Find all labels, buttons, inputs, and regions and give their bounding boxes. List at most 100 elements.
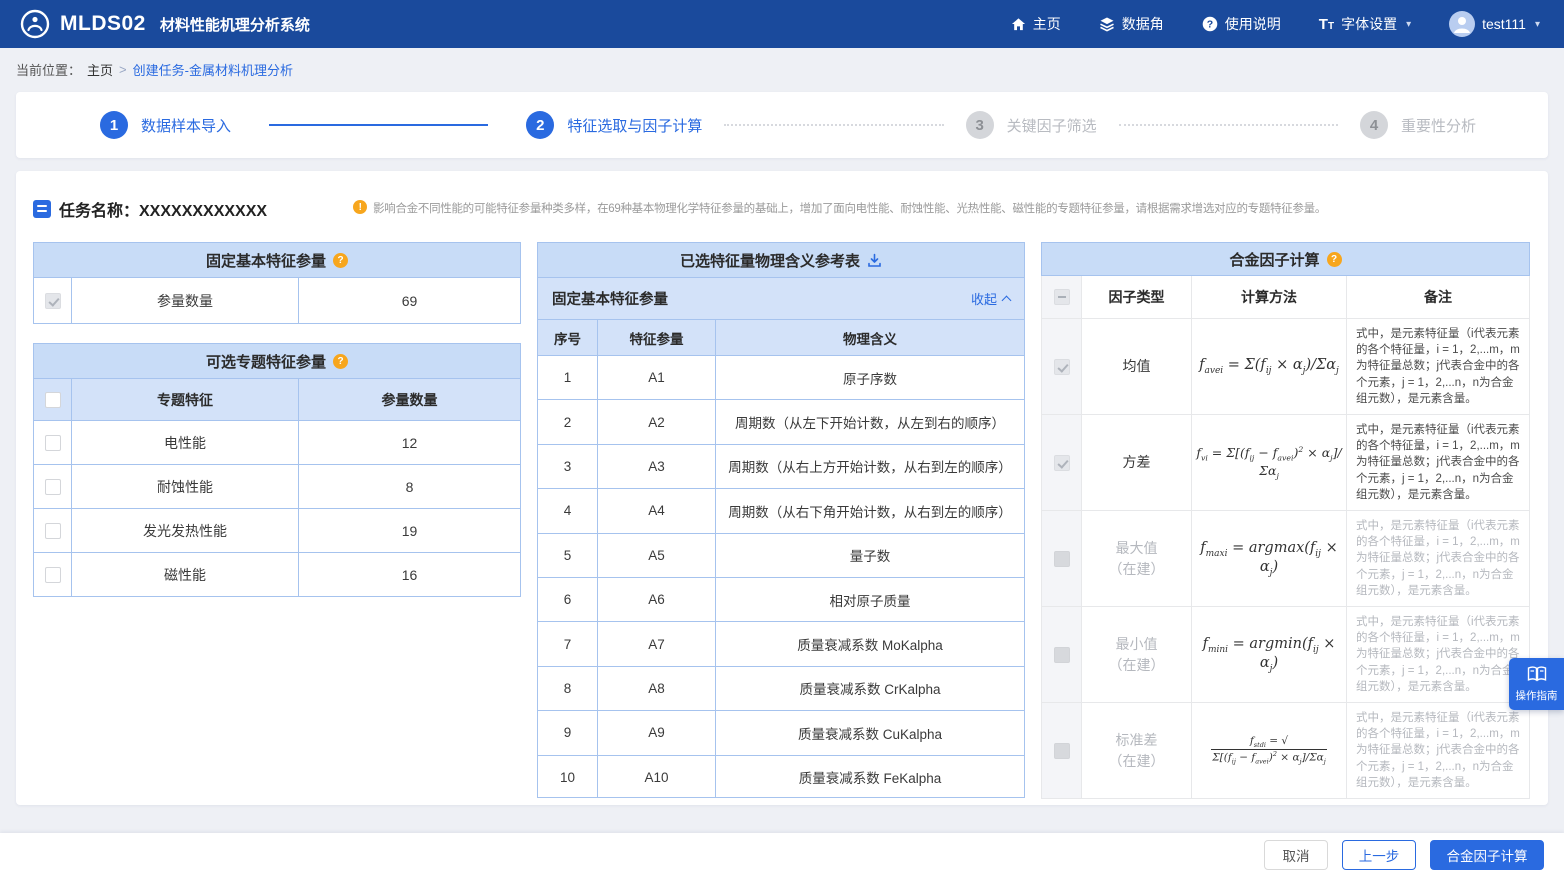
help-icon[interactable]: ? [333, 354, 348, 369]
optional-feature-table: 可选专题特征参量 ? 专题特征 参量数量 电性能 12 耐蚀性能 8 [33, 343, 521, 597]
select-all-checkbox[interactable] [1054, 289, 1070, 305]
formula-variance: fvi = Σ[(fij − favei)2 × αj]/Σαj [1192, 445, 1346, 480]
step-1-data-import: 1 数据样本导入 [100, 111, 231, 139]
step-connector [1119, 124, 1338, 126]
book-icon [1527, 666, 1547, 685]
row-checkbox [1054, 647, 1070, 663]
help-icon[interactable]: ? [333, 253, 348, 268]
formula-std: fstdi = √Σ[(fij − favei)2 × αj]/Σαj [1192, 735, 1346, 766]
collapse-toggle[interactable]: 收起 [971, 289, 1010, 308]
table-row: 参量数量 69 [34, 277, 520, 323]
chevron-down-icon: ▾ [1406, 19, 1411, 30]
app-brand-name: MLDS02 [60, 12, 146, 36]
step-wizard: 1 数据样本导入 2 特征选取与因子计算 3 关键因子筛选 4 重要性分析 [16, 92, 1548, 158]
avatar [1449, 11, 1475, 37]
chevron-up-icon [1002, 295, 1012, 305]
alloy-factor-calc-button[interactable]: 合金因子计算 [1430, 840, 1544, 870]
row-checkbox[interactable] [45, 567, 61, 583]
chevron-down-icon: ▾ [1535, 19, 1540, 30]
formula-mean: favei = Σ(fij × αj)/Σαj [1195, 357, 1343, 376]
table-row: 9 A9 质量衰减系数 CuKalpha [538, 710, 1024, 754]
svg-text:?: ? [1207, 19, 1213, 31]
table-header-row: 因子类型 计算方法 备注 [1042, 276, 1529, 318]
main-panel: 任务名称：XXXXXXXXXXXX ! 影响合金不同性能的可能特征参量种类多样，… [16, 171, 1548, 805]
reference-table-title: 已选特征量物理含义参考表 [538, 243, 1024, 277]
breadcrumb: 当前位置： 主页 > 创建任务-金属材料机理分析 [0, 48, 1564, 90]
factor-row-mean: 均值 favei = Σ(fij × αj)/Σαj 式中，是元素特征量（i代表… [1042, 318, 1529, 414]
fixed-feature-checkbox [45, 293, 61, 309]
table-row: 4 A4 周期数（从右下角开始计数，从右到左的顺序） [538, 488, 1024, 532]
form-icon [33, 200, 51, 218]
row-checkbox[interactable] [45, 479, 61, 495]
table-row: 耐蚀性能 8 [34, 464, 520, 508]
table-header-row: 序号 特征参量 物理含义 [538, 319, 1024, 355]
factor-row-max: 最大值（在建） fmaxi = argmax(fij × αj) 式中，是元素特… [1042, 510, 1529, 606]
optional-feature-table-title: 可选专题特征参量 ? [34, 344, 520, 378]
fixed-feature-table: 固定基本特征参量 ? 参量数量 69 [33, 242, 521, 324]
app-title: 材料性能机理分析系统 [160, 14, 310, 35]
step-4-importance-analysis: 4 重要性分析 [1360, 111, 1476, 139]
row-checkbox[interactable] [45, 523, 61, 539]
nav-item-font-settings[interactable]: TT 字体设置 ▾ [1319, 14, 1411, 34]
feature-notice: ! 影响合金不同性能的可能特征参量种类多样，在69种基本物理化学特征参量的基础上… [353, 197, 1326, 216]
breadcrumb-home-link[interactable]: 主页 [87, 60, 113, 79]
table-row: 5 A5 量子数 [538, 533, 1024, 577]
step-connector [269, 124, 488, 126]
top-navbar: MLDS02 材料性能机理分析系统 主页 数据角 ? [0, 0, 1564, 48]
breadcrumb-current-link[interactable]: 创建任务-金属材料机理分析 [133, 60, 293, 79]
cancel-button[interactable]: 取消 [1264, 840, 1328, 870]
param-count-value: 69 [299, 277, 520, 323]
table-row: 7 A7 质量衰减系数 MoKalpha [538, 621, 1024, 665]
row-checkbox [1054, 551, 1070, 567]
warning-icon: ! [353, 200, 367, 214]
row-checkbox [1054, 743, 1070, 759]
row-checkbox[interactable] [45, 435, 61, 451]
formula-max: fmaxi = argmax(fij × αj) [1192, 540, 1346, 578]
step-2-feature-selection: 2 特征选取与因子计算 [526, 111, 702, 139]
download-icon[interactable] [867, 253, 882, 268]
operation-guide-button[interactable]: 操作指南 [1509, 658, 1564, 710]
font-size-icon: TT [1319, 17, 1334, 32]
table-row: 电性能 12 [34, 420, 520, 464]
table-row: 10 A10 质量衰减系数 FeKalpha [538, 755, 1024, 798]
table-row: 1 A1 原子序数 [538, 355, 1024, 399]
table-row: 6 A6 相对原子质量 [538, 577, 1024, 621]
previous-step-button[interactable]: 上一步 [1342, 840, 1416, 870]
nav-menu: 主页 数据角 ? 使用说明 TT 字体设置 [1011, 11, 1540, 37]
help-icon[interactable]: ? [1327, 252, 1342, 267]
table-row: 磁性能 16 [34, 552, 520, 596]
row-checkbox [1054, 455, 1070, 471]
nav-item-data-corner[interactable]: 数据角 [1099, 14, 1164, 34]
table-row: 2 A2 周期数（从左下开始计数，从左到右的顺序） [538, 399, 1024, 443]
table-row: 3 A3 周期数（从右上方开始计数，从右到左的顺序） [538, 444, 1024, 488]
step-connector [724, 124, 943, 126]
table-row: 8 A8 质量衰减系数 CrKalpha [538, 666, 1024, 710]
reference-table-body: 1 A1 原子序数 2 A2 周期数（从左下开始计数，从左到右的顺序） 3 A3… [538, 355, 1024, 798]
fixed-feature-table-title: 固定基本特征参量 ? [34, 243, 520, 277]
app-brand: MLDS02 材料性能机理分析系统 [20, 9, 310, 39]
factor-table-title: 合金因子计算 ? [1041, 242, 1530, 276]
nav-item-help[interactable]: ? 使用说明 [1202, 14, 1281, 34]
task-name-title: 任务名称：XXXXXXXXXXXX [33, 197, 267, 221]
select-all-checkbox[interactable] [45, 392, 61, 408]
reference-table: 已选特征量物理含义参考表 固定基本特征参量 收起 [537, 242, 1025, 798]
factor-row-min: 最小值（在建） fmini = argmin(fij × αj) 式中，是元素特… [1042, 606, 1529, 702]
formula-min: fmini = argmin(fij × αj) [1192, 636, 1346, 674]
breadcrumb-prefix: 当前位置： [16, 60, 81, 79]
footer-action-bar: 取消 上一步 合金因子计算 [0, 833, 1564, 876]
app-logo-icon [20, 9, 50, 39]
row-checkbox [1054, 359, 1070, 375]
nav-item-user[interactable]: test111 ▾ [1449, 11, 1540, 37]
reference-section-header: 固定基本特征参量 收起 [538, 277, 1024, 319]
step-3-key-factor-filter: 3 关键因子筛选 [966, 111, 1097, 139]
home-icon [1011, 17, 1026, 32]
question-icon: ? [1202, 16, 1218, 32]
factor-row-std: 标准差（在建） fstdi = √Σ[(fij − favei)2 × αj]/… [1042, 702, 1529, 798]
nav-item-home[interactable]: 主页 [1011, 14, 1061, 34]
table-row: 发光发热性能 19 [34, 508, 520, 552]
breadcrumb-separator: > [119, 62, 127, 77]
factor-table-body: 均值 favei = Σ(fij × αj)/Σαj 式中，是元素特征量（i代表… [1042, 318, 1529, 798]
layers-icon [1099, 16, 1115, 32]
factor-row-variance: 方差 fvi = Σ[(fij − favei)2 × αj]/Σαj 式中，是… [1042, 414, 1529, 510]
factor-table: 因子类型 计算方法 备注 均值 favei = Σ(fij × αj)/Σαj … [1041, 276, 1530, 799]
